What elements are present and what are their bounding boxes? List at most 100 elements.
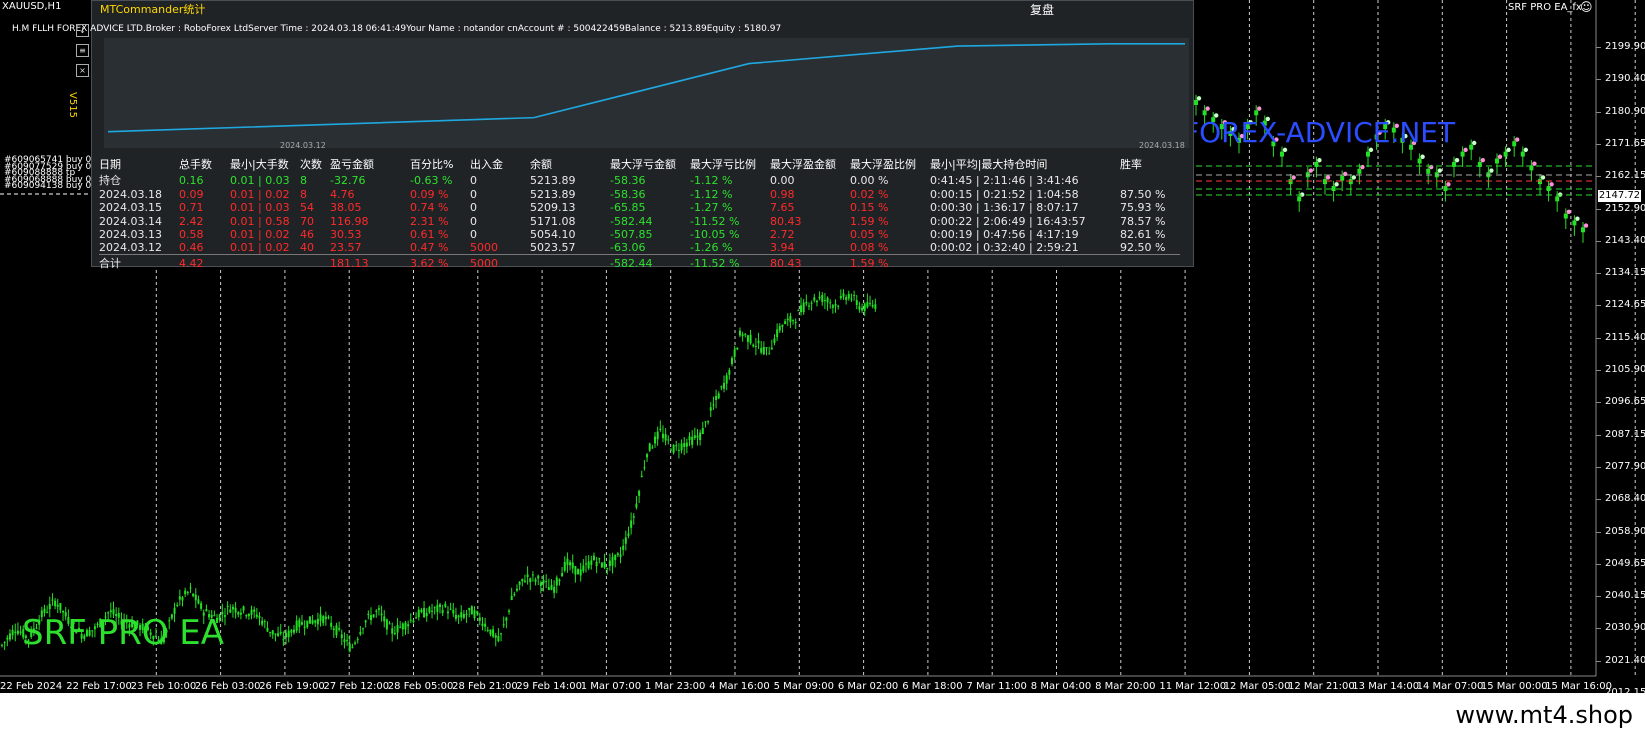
side-button[interactable]: ≡ — [76, 44, 89, 57]
trade-marker — [1532, 161, 1537, 166]
trade-marker — [1351, 175, 1357, 180]
table-cell: 0.01 | 0.02 — [230, 241, 290, 255]
candle-body — [322, 616, 325, 624]
price-axis-tick — [1596, 531, 1601, 533]
candle-body — [109, 610, 112, 612]
candle-body — [834, 304, 837, 306]
candle-body — [489, 629, 492, 635]
trade-marker — [1497, 154, 1503, 159]
candle-body — [861, 307, 864, 311]
column-header: 最小|平均|最大持仓时间 — [930, 158, 1048, 171]
candle-body — [428, 607, 431, 613]
candle-body — [608, 560, 611, 567]
trade-marker — [1575, 216, 1580, 221]
candle-body — [396, 625, 399, 633]
price-axis-tick — [1596, 434, 1601, 436]
candle-body — [1348, 179, 1353, 185]
candle-body — [1495, 158, 1499, 164]
candle-body — [319, 614, 322, 621]
side-button[interactable]: × — [76, 64, 89, 77]
table-cell: 0:00:15 | 0:21:52 | 1:04:58 — [930, 188, 1079, 202]
candle-body — [1563, 213, 1568, 219]
price-axis-label: 2077.90 — [1605, 460, 1645, 472]
smile-icon[interactable]: ☺ — [1580, 0, 1593, 14]
candle-body — [327, 617, 330, 619]
table-cell: -582.44 — [610, 254, 690, 272]
table-cell: -65.85 — [610, 201, 646, 215]
candle-body — [752, 344, 755, 347]
price-axis-label: 2096.65 — [1605, 396, 1645, 408]
candle-body — [768, 353, 771, 355]
trade-marker — [1523, 147, 1529, 153]
candle-body — [332, 628, 335, 630]
table-cell: 70 — [300, 214, 314, 228]
candle-body — [1452, 161, 1456, 167]
candle-body — [343, 639, 346, 643]
candle-body — [205, 609, 208, 612]
price-axis-label: 2162.15 — [1605, 170, 1645, 182]
table-cell: 82.61 % — [1120, 228, 1166, 242]
candle-body — [638, 490, 641, 496]
candle-body — [569, 562, 572, 566]
trade-marker — [1308, 168, 1314, 173]
restore-button[interactable]: 复盘 — [1030, 1, 1054, 18]
candle-body — [869, 303, 872, 305]
candle-body — [293, 629, 295, 633]
candle-body — [423, 608, 426, 618]
panel-title[interactable]: MTCommander统计 — [100, 1, 205, 17]
time-axis-label: 23 Feb 10:00 — [130, 681, 197, 692]
table-cell: 5213.89 — [530, 188, 576, 202]
candle-body — [558, 579, 561, 582]
trade-marker — [1291, 175, 1296, 180]
footer-url[interactable]: www.mt4.shop — [1455, 701, 1633, 729]
candle-body — [500, 633, 503, 635]
trade-marker — [1446, 182, 1451, 187]
candle-body — [176, 605, 179, 607]
candle-body — [720, 386, 723, 388]
table-cell: 0.01 | 0.02 — [230, 188, 290, 202]
candle-body — [367, 613, 370, 616]
candle-body — [807, 305, 810, 307]
candle-body — [781, 324, 784, 327]
candle-body — [813, 297, 816, 301]
price-axis-label: 2049.65 — [1605, 557, 1645, 569]
candle-body — [683, 443, 686, 448]
candle-body — [669, 449, 672, 451]
time-axis-label: 28 Feb 21:00 — [452, 681, 518, 692]
price-axis-label: 2152.90 — [1605, 202, 1645, 214]
table-cell: 80.43 — [770, 214, 802, 228]
table-cell: 0 — [470, 228, 477, 242]
column-header: 胜率 — [1120, 158, 1142, 171]
candle-body — [197, 599, 200, 604]
candle-body — [48, 603, 51, 610]
candle-body — [786, 318, 789, 321]
candle-body — [369, 615, 372, 621]
candle-body — [563, 561, 566, 571]
table-cell: 2024.03.14 — [99, 214, 162, 228]
table-cell: 0:00:02 | 0:32:40 | 2:59:21 — [930, 241, 1079, 255]
trade-marker — [1515, 137, 1520, 142]
candle-body — [778, 326, 781, 331]
candle-body — [446, 611, 449, 614]
table-cell: 38.05 — [330, 201, 362, 215]
table-cell: 5213.89 — [530, 173, 576, 187]
column-header: 次数 — [300, 158, 322, 171]
candle-body — [741, 334, 744, 337]
candle-body — [269, 631, 272, 634]
candle-body — [738, 330, 741, 336]
candle-body — [582, 565, 585, 571]
price-axis-tick — [1596, 143, 1601, 145]
candle-body — [728, 370, 731, 375]
equity-line — [107, 43, 1185, 133]
candle-body — [239, 612, 242, 615]
side-button[interactable]: ↓ — [76, 24, 89, 37]
candle-body — [765, 347, 768, 349]
time-axis-label: 1 Mar 07:00 — [580, 681, 642, 692]
candle-body — [497, 636, 500, 642]
trade-marker — [1205, 106, 1210, 111]
candle-body — [1417, 158, 1422, 164]
time-axis-label: 27 Feb 12:00 — [323, 681, 390, 692]
table-cell: 2.31 % — [410, 214, 449, 228]
price-axis-label: 2040.15 — [1605, 590, 1645, 602]
candle-body — [59, 603, 62, 611]
